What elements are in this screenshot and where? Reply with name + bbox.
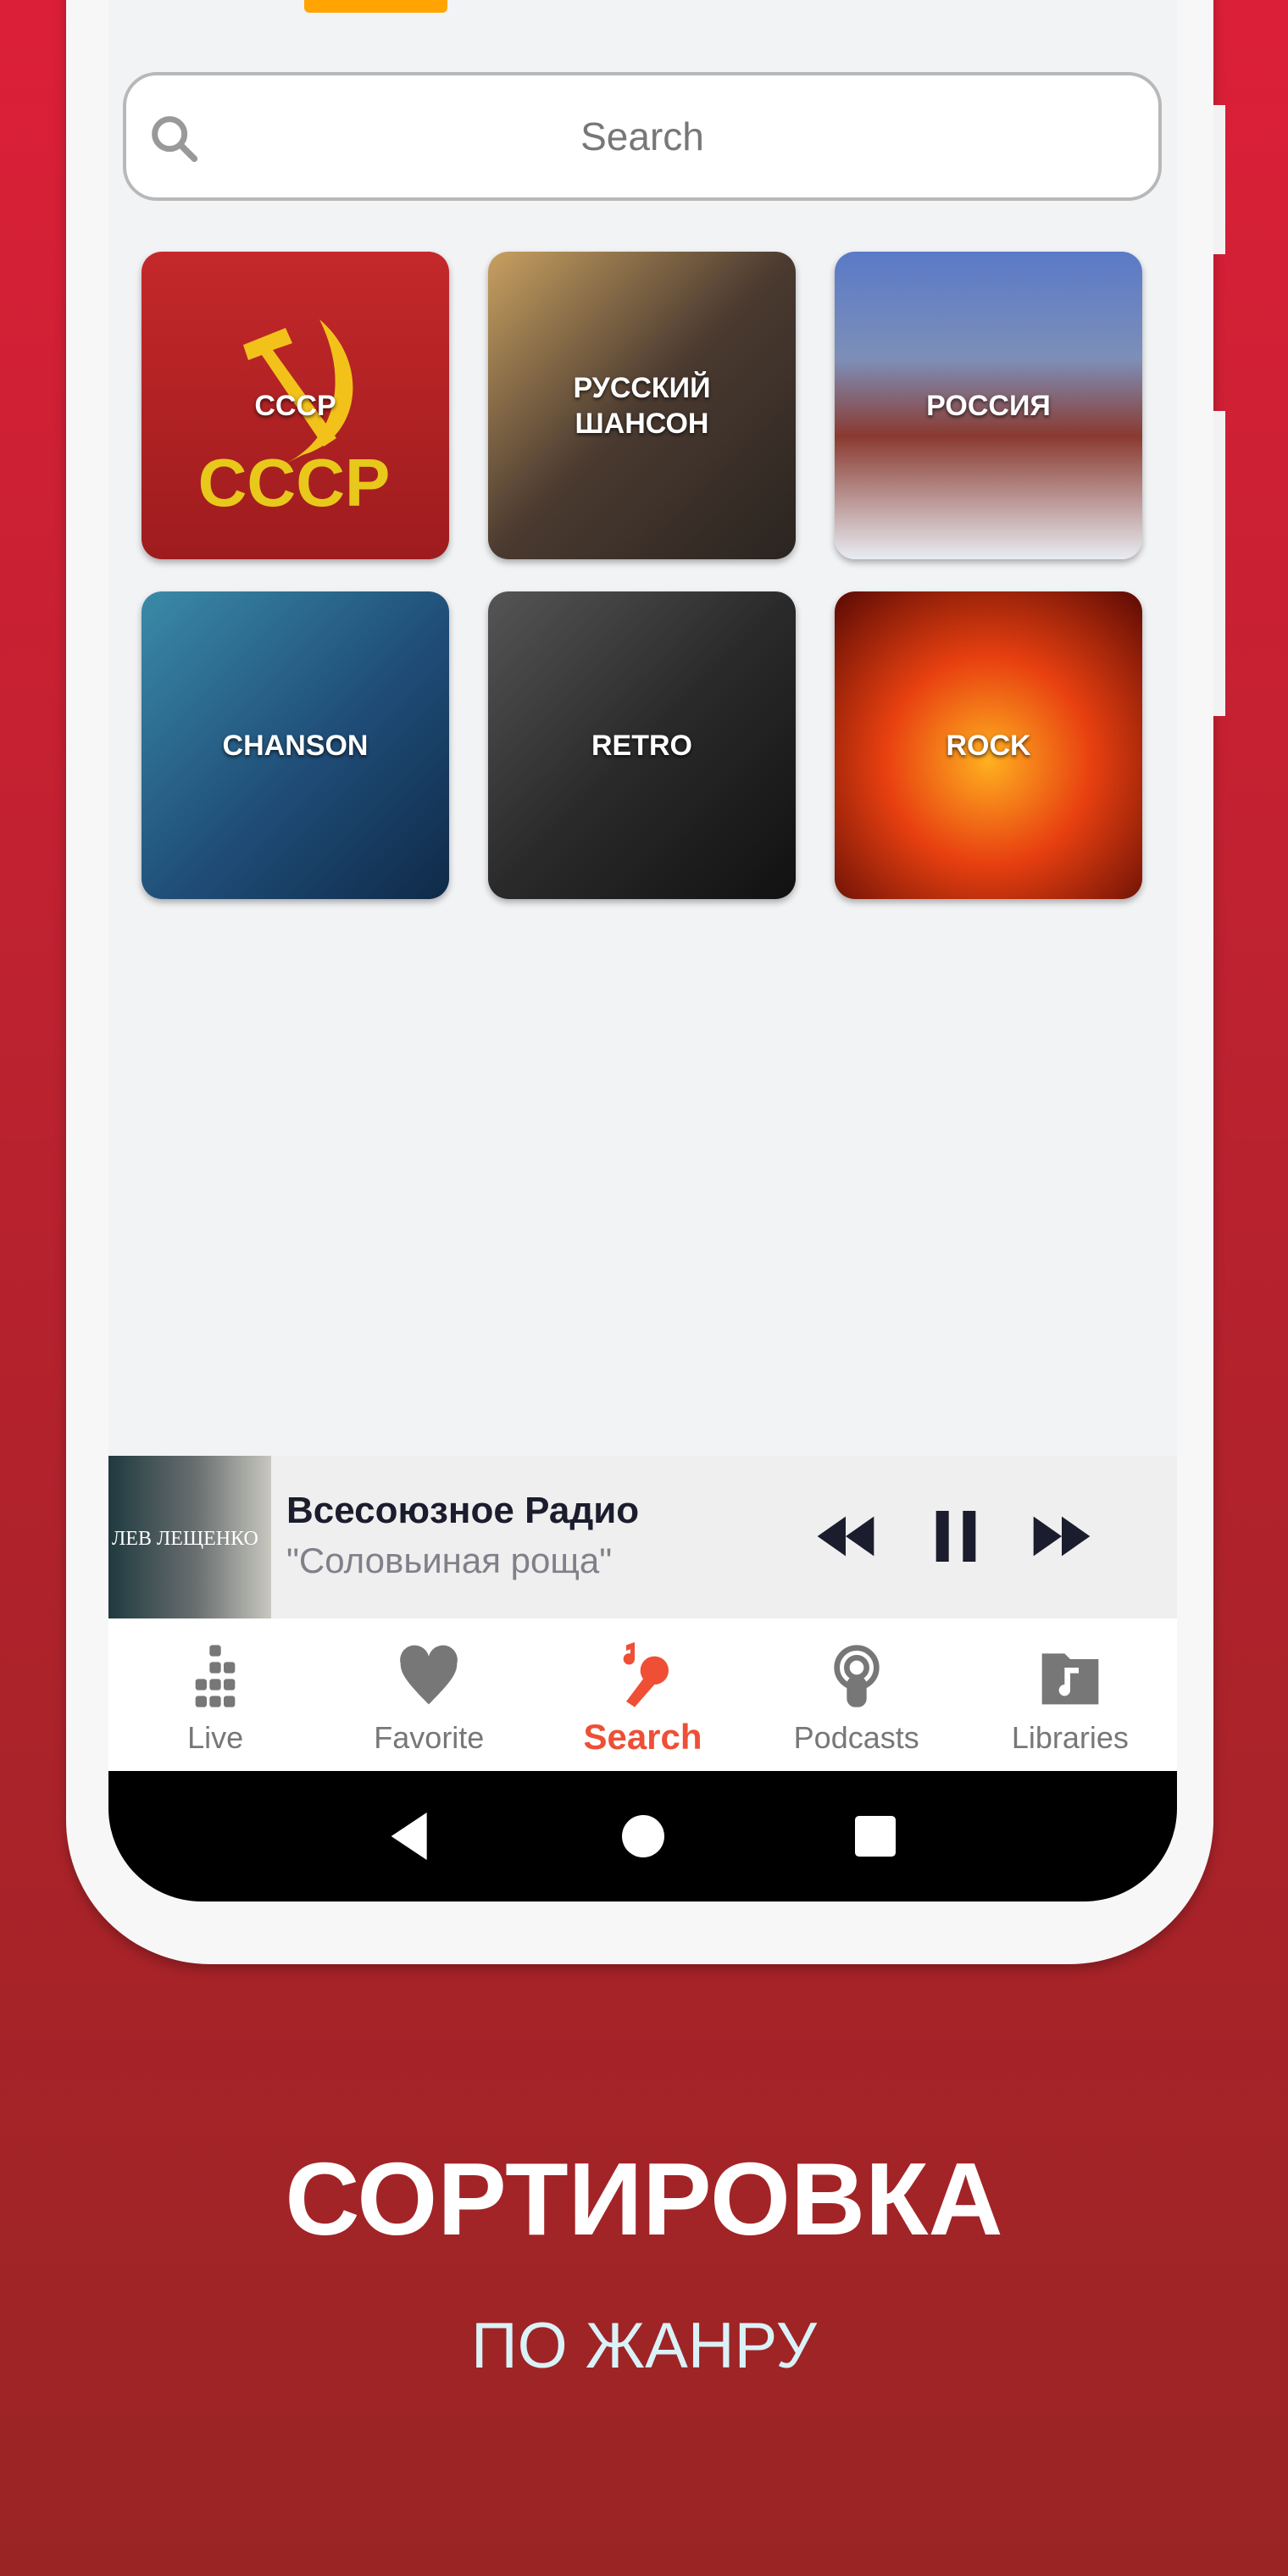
rewind-icon[interactable] [812,1502,880,1570]
search-field[interactable] [123,72,1162,201]
search-input[interactable] [126,75,1158,197]
album-art: ЛЕВ ЛЕЩЕНКО [108,1456,271,1618]
tab-label: Favorite [374,1720,485,1755]
heart-icon [400,1645,458,1705]
genre-label: ROCK [946,729,1031,762]
music-folder-icon [1041,1653,1099,1705]
svg-text:СССР: СССР [198,445,391,514]
genre-tile-russian-chanson[interactable]: РУССКИЙ ШАНСОН [488,252,796,559]
fast-forward-icon[interactable] [1028,1502,1096,1570]
genre-tile-rock[interactable]: ROCK [835,591,1142,899]
genre-label: RETRO [591,729,692,762]
podcast-icon [834,1645,880,1707]
bottom-tab-bar: Live Favorite Search Podcasts Libraries [108,1618,1177,1771]
tab-label: Libraries [1011,1720,1129,1755]
tab-libraries[interactable]: Libraries [963,1618,1177,1771]
app-screen: СССР СССР РУССКИЙ ШАНСОН РОССИЯ CHANSON … [108,0,1177,1901]
tab-favorite[interactable]: Favorite [322,1618,536,1771]
back-icon[interactable] [390,1813,432,1860]
tab-podcasts[interactable]: Podcasts [750,1618,963,1771]
tab-search[interactable]: Search [536,1618,749,1771]
tab-indicator [304,0,447,13]
pause-icon[interactable] [922,1502,990,1570]
promo-title: СОРТИРОВКА [285,2141,1003,2257]
genre-label: РОССИЯ [926,389,1051,422]
genre-label: CHANSON [222,729,369,762]
track-title: "Соловьиная роща" [286,1541,613,1580]
android-nav-bar [108,1771,1177,1901]
genre-label: СССР [254,389,336,422]
genre-tile-cccp[interactable]: СССР СССР [142,252,449,559]
genre-tile-chanson[interactable]: CHANSON [142,591,449,899]
station-title: Всесоюзное Радио [286,1490,640,1531]
promo-subtitle: ПО ЖАНРУ [471,2310,817,2382]
phone-side-button [1213,105,1225,254]
tab-label: Live [187,1720,244,1755]
genre-label: РУССКИЙ ШАНСОН [573,371,711,440]
microphone-icon [623,1642,669,1707]
mini-player[interactable]: ЛЕВ ЛЕЩЕНКО Всесоюзное Радио "Соловьиная… [108,1456,1177,1618]
tab-label: Search [583,1717,702,1757]
tab-live[interactable]: Live [108,1618,322,1771]
equalizer-icon [195,1645,236,1707]
home-icon[interactable] [622,1815,665,1857]
tab-label: Podcasts [793,1720,919,1755]
phone-side-button [1213,411,1225,716]
recents-icon[interactable] [854,1816,896,1857]
album-art-text: ЛЕВ ЛЕЩЕНКО [112,1528,258,1550]
genre-tile-russia[interactable]: РОССИЯ [835,252,1142,559]
genre-tile-retro[interactable]: RETRO [488,591,796,899]
